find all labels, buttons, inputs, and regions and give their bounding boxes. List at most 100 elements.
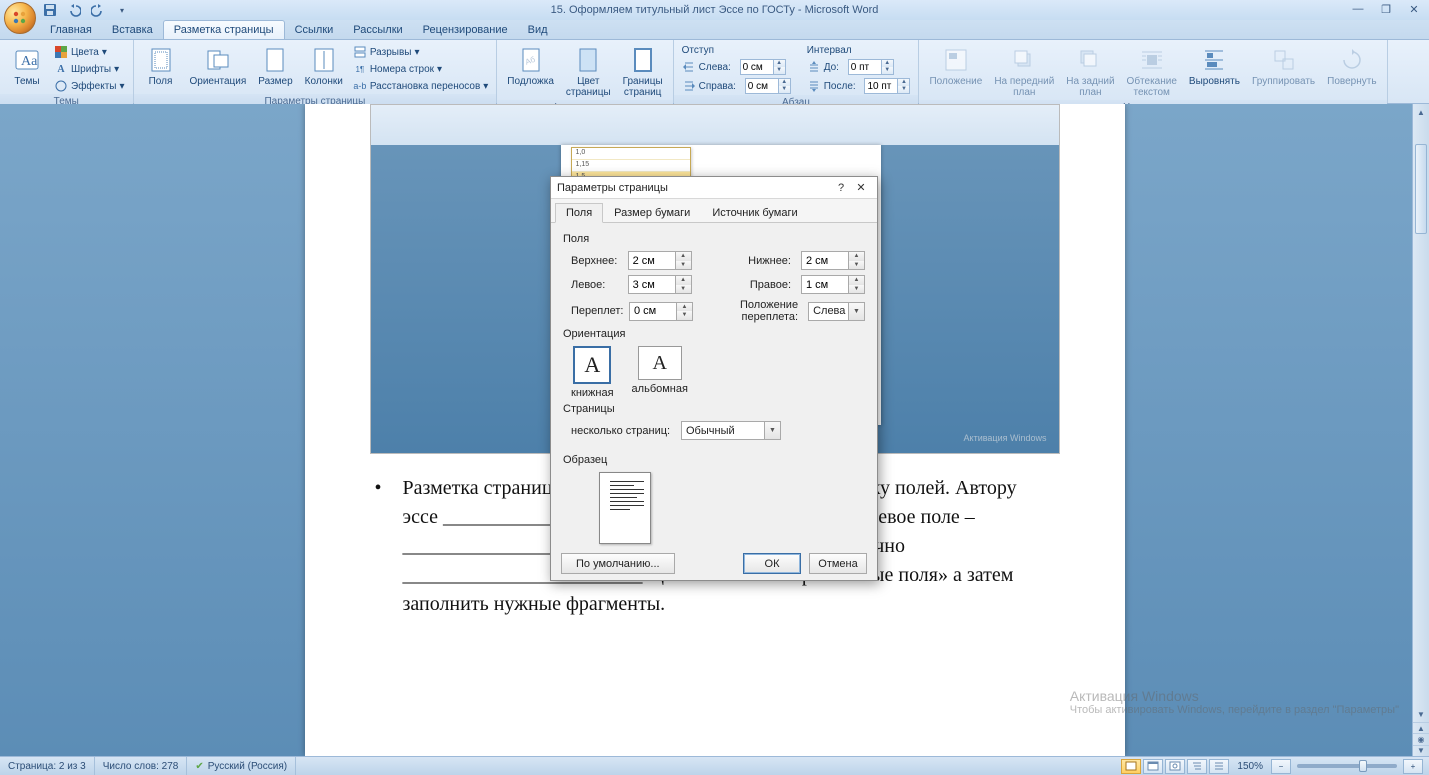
dialog-close-button[interactable]: ✕ [851, 181, 871, 194]
group-themes: Aa Темы Цвета ▾ AШрифты ▾ Эффекты ▾ Темы [0, 40, 134, 103]
multi-pages-select[interactable]: Обычный▼ [681, 421, 781, 440]
watermark-button[interactable]: АбПодложка [503, 44, 558, 89]
spacing-before-input[interactable] [849, 62, 881, 73]
view-draft[interactable] [1209, 759, 1229, 774]
default-button[interactable]: По умолчанию... [561, 553, 675, 574]
zoom-out-button[interactable]: − [1271, 759, 1291, 774]
save-icon[interactable] [42, 2, 58, 18]
zoom-level[interactable]: 150% [1237, 761, 1263, 772]
spacing-before-spinner[interactable]: ▲▼ [848, 59, 894, 75]
section-preview: Образец [563, 454, 865, 466]
effects-icon [54, 79, 68, 93]
left-margin-spinner[interactable]: ▲▼ [628, 275, 692, 294]
group-paragraph: Отступ Слева: ▲▼ Справа: ▲▼ Интервал До:… [674, 40, 920, 103]
maximize-button[interactable]: ❐ [1375, 2, 1397, 16]
columns-button[interactable]: Колонки [301, 44, 347, 89]
qat-more-icon[interactable]: ▾ [114, 2, 130, 18]
status-language[interactable]: ✔Русский (Россия) [187, 757, 296, 775]
status-page[interactable]: Страница: 2 из 3 [0, 757, 95, 775]
prev-page-icon[interactable]: ▲ [1413, 722, 1429, 733]
tab-review[interactable]: Рецензирование [413, 21, 518, 39]
dialog-tab-paper[interactable]: Размер бумаги [603, 203, 701, 223]
office-button[interactable] [4, 2, 36, 34]
text-wrap-button[interactable]: Обтекание текстом [1123, 44, 1181, 100]
undo-icon[interactable] [66, 2, 82, 18]
indent-left-spinner[interactable]: ▲▼ [740, 59, 786, 75]
gutter-spinner[interactable]: ▲▼ [629, 302, 693, 321]
dialog-tab-fields[interactable]: Поля [555, 203, 603, 223]
zoom-slider-thumb[interactable] [1359, 760, 1367, 772]
breaks-icon [353, 45, 367, 59]
view-print-layout[interactable] [1121, 759, 1141, 774]
tab-insert[interactable]: Вставка [102, 21, 163, 39]
orientation-landscape[interactable]: альбомная [632, 346, 688, 399]
minimize-button[interactable]: — [1347, 2, 1369, 16]
size-button[interactable]: Размер [254, 44, 296, 89]
top-margin-spinner[interactable]: ▲▼ [628, 251, 692, 270]
hyphenation-button[interactable]: a-bРасстановка переносов ▾ [351, 78, 490, 94]
spacing-after-spinner[interactable]: ▲▼ [864, 78, 910, 94]
zoom-slider[interactable] [1297, 764, 1397, 768]
spacing-after-icon [807, 79, 821, 93]
indent-right-input[interactable] [746, 81, 778, 92]
tab-home[interactable]: Главная [40, 21, 102, 39]
redo-icon[interactable] [90, 2, 106, 18]
group-icon [1270, 46, 1298, 74]
view-web-layout[interactable] [1165, 759, 1185, 774]
align-button[interactable]: Выровнять [1185, 44, 1244, 89]
send-back-button[interactable]: На задний план [1062, 44, 1118, 100]
page-borders-button[interactable]: Границы страниц [619, 44, 667, 100]
scroll-thumb[interactable] [1415, 144, 1427, 234]
view-outline[interactable] [1187, 759, 1207, 774]
orientation-button[interactable]: Ориентация [186, 44, 251, 89]
zoom-in-button[interactable]: + [1403, 759, 1423, 774]
next-page-icon[interactable]: ▼ [1413, 745, 1429, 756]
tab-references[interactable]: Ссылки [285, 21, 344, 39]
browse-object-icon[interactable]: ◉ [1413, 733, 1429, 744]
size-icon [261, 46, 289, 74]
vertical-scrollbar[interactable]: ▲ ▼ ▲ ◉ ▼ [1412, 104, 1429, 756]
dialog-help-button[interactable]: ? [831, 182, 851, 194]
page-color-icon [574, 46, 602, 74]
theme-fonts-button[interactable]: AШрифты ▾ [52, 61, 127, 77]
themes-button[interactable]: Aa Темы [6, 44, 48, 89]
dialog-tab-source[interactable]: Источник бумаги [701, 203, 808, 223]
status-words[interactable]: Число слов: 278 [95, 757, 188, 775]
spacing-before-row: До: ▲▼ [805, 58, 913, 76]
theme-colors-button[interactable]: Цвета ▾ [52, 44, 127, 60]
line-numbers-button[interactable]: 1¶Номера строк ▾ [351, 61, 490, 77]
dialog-title: Параметры страницы [557, 182, 668, 194]
scroll-down-icon[interactable]: ▼ [1413, 706, 1429, 722]
windows-activation-watermark: Активация Windows Чтобы активировать Win… [1070, 688, 1399, 716]
close-button[interactable]: ✕ [1403, 2, 1425, 16]
indent-left-input[interactable] [741, 62, 773, 73]
theme-effects-button[interactable]: Эффекты ▾ [52, 78, 127, 94]
multi-pages-label: несколько страниц: [571, 425, 675, 437]
rotate-button[interactable]: Повернуть [1323, 44, 1380, 89]
bottom-margin-spinner[interactable]: ▲▼ [801, 251, 865, 270]
view-full-screen[interactable] [1143, 759, 1163, 774]
breaks-button[interactable]: Разрывы ▾ [351, 44, 490, 60]
group-objects-button[interactable]: Группировать [1248, 44, 1319, 89]
ok-button[interactable]: ОК [743, 553, 801, 574]
page-color-button[interactable]: Цвет страницы [562, 44, 615, 100]
align-icon [1200, 46, 1228, 74]
gutter-label: Переплет: [571, 305, 623, 317]
scroll-up-icon[interactable]: ▲ [1413, 104, 1429, 120]
bring-front-button[interactable]: На передний план [990, 44, 1058, 100]
tab-mailings[interactable]: Рассылки [343, 21, 412, 39]
tab-view[interactable]: Вид [518, 21, 558, 39]
send-back-icon [1076, 46, 1104, 74]
margins-button[interactable]: Поля [140, 44, 182, 89]
indent-right-spinner[interactable]: ▲▼ [745, 78, 791, 94]
gutter-pos-select[interactable]: Слева▼ [808, 302, 865, 321]
dialog-tabs: Поля Размер бумаги Источник бумаги [551, 199, 877, 223]
spacing-after-input[interactable] [865, 81, 897, 92]
orientation-portrait[interactable]: книжная [571, 346, 614, 399]
cancel-button[interactable]: Отмена [809, 553, 867, 574]
right-margin-spinner[interactable]: ▲▼ [801, 275, 865, 294]
tab-page-layout[interactable]: Разметка страницы [163, 20, 285, 39]
position-button[interactable]: Положение [925, 44, 986, 89]
gutter-pos-label: Положение переплета: [699, 299, 802, 323]
dialog-titlebar[interactable]: Параметры страницы ? ✕ [551, 177, 877, 199]
